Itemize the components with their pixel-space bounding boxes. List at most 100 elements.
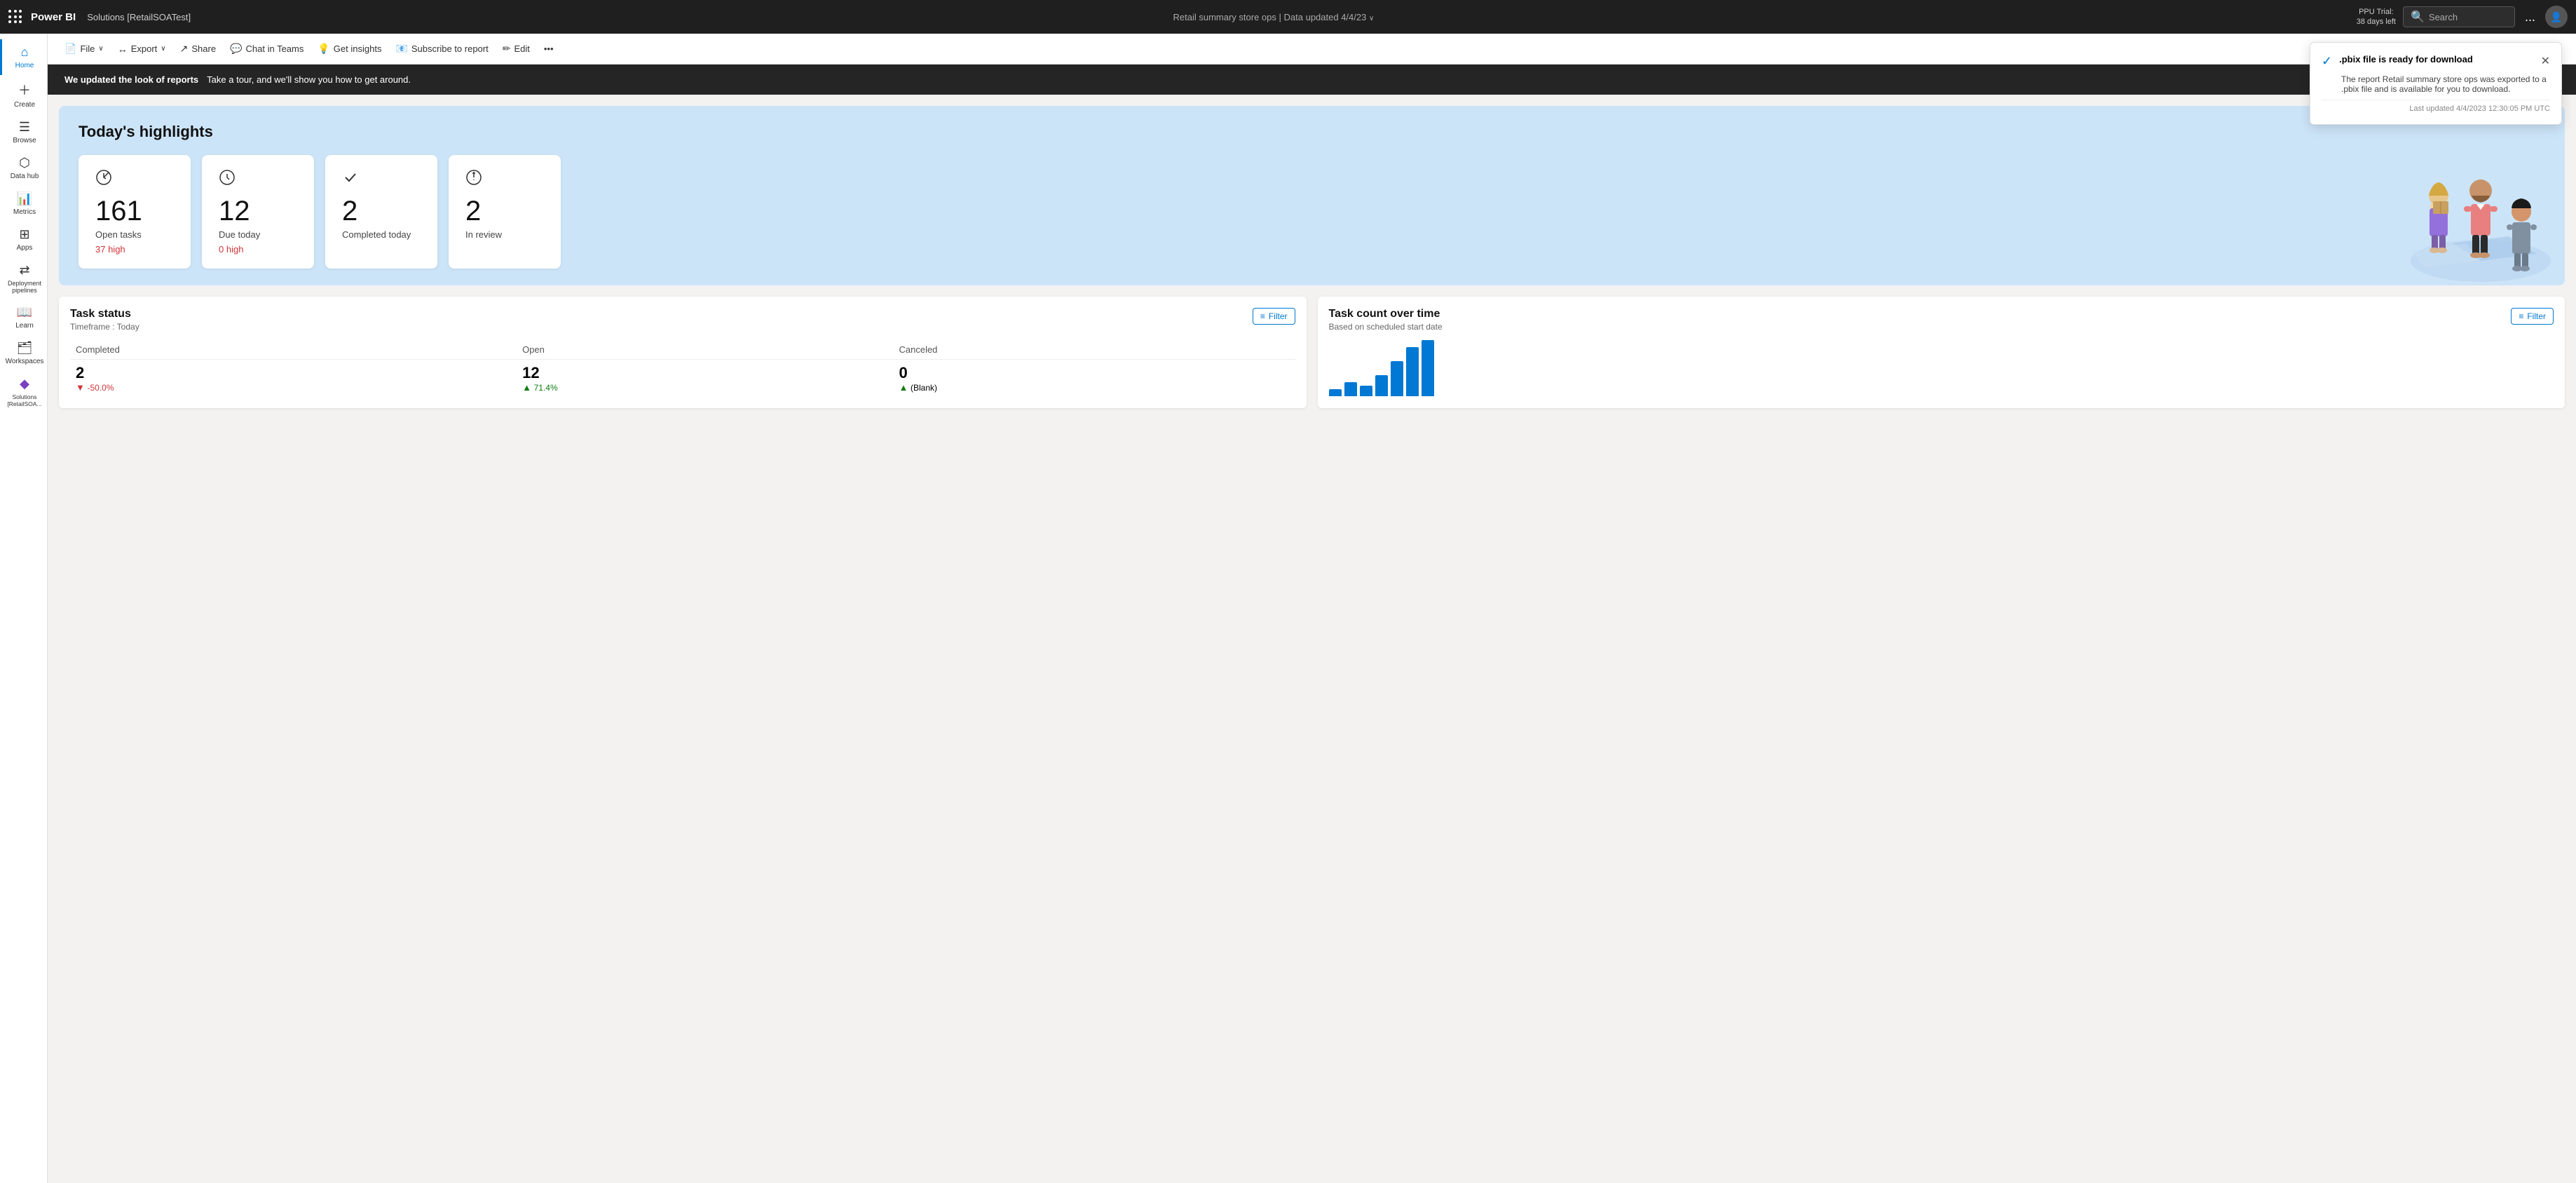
col-open: Open <box>517 340 893 360</box>
completed-arrow: ▼ <box>76 382 85 393</box>
due-today-icon <box>219 169 297 190</box>
due-today-label: Due today <box>219 229 297 240</box>
notif-title: .pbix file is ready for download <box>2339 54 2534 65</box>
main-content: 📄 File ∨ ↔ Export ∨ ↗ Share 💬 Chat in Te… <box>48 34 2576 1183</box>
insights-button[interactable]: 💡 Get insights <box>312 39 387 58</box>
solutions-icon: ◆ <box>20 377 29 391</box>
highlights-card: Today's highlights 161 Open tasks <box>59 106 2565 285</box>
highlights-title: Today's highlights <box>79 123 2545 141</box>
task-status-panel: Task status Timeframe : Today ≡ Filter C… <box>59 297 1307 408</box>
kpi-open-tasks[interactable]: 161 Open tasks 37 high <box>79 155 191 269</box>
avatar[interactable]: 👤 <box>2545 6 2568 28</box>
update-banner: We updated the look of reports Take a to… <box>48 65 2576 95</box>
kpi-completed[interactable]: 2 Completed today <box>325 155 437 269</box>
completed-value: 2 <box>342 197 421 225</box>
share-icon: ↗ <box>180 43 189 55</box>
search-box[interactable]: 🔍 <box>2403 6 2515 27</box>
due-today-value: 12 <box>219 197 297 225</box>
table-row: 2 ▼ -50.0% 12 ▲ 71.4% 0 <box>70 360 1295 398</box>
subscribe-button[interactable]: 📧 Subscribe to report <box>390 39 493 58</box>
chat-button[interactable]: 💬 Chat in Teams <box>224 39 309 58</box>
in-review-value: 2 <box>465 197 544 225</box>
notif-timestamp: Last updated 4/4/2023 12:30:05 PM UTC <box>2322 100 2550 113</box>
browse-icon: ☰ <box>19 120 30 135</box>
due-today-sub: 0 high <box>219 244 297 255</box>
sidebar-item-browse[interactable]: ☰ Browse <box>0 114 47 150</box>
sidebar-item-metrics[interactable]: 📊 Metrics <box>0 186 47 222</box>
more-options-button[interactable]: ... <box>2522 7 2538 27</box>
learn-icon: 📖 <box>17 305 32 320</box>
export-button[interactable]: ↔ Export ∨ <box>112 40 172 58</box>
search-input[interactable] <box>2429 12 2506 22</box>
banner-body: Take a tour, and we'll show you how to g… <box>207 74 411 85</box>
completed-change: -50.0% <box>88 383 114 393</box>
in-review-icon <box>465 169 544 190</box>
task-status-titles: Task status Timeframe : Today <box>70 308 139 332</box>
notification-popup: ✓ .pbix file is ready for download ✕ The… <box>2310 42 2562 125</box>
file-dropdown-icon: ∨ <box>98 45 103 53</box>
insights-icon: 💡 <box>318 43 329 55</box>
grid-icon[interactable] <box>8 10 22 24</box>
sidebar-item-home[interactable]: ⌂ Home <box>0 39 47 75</box>
canceled-stat: 0 <box>899 364 1289 382</box>
edit-icon: ✏ <box>503 43 511 55</box>
sidebar-item-apps[interactable]: ⊞ Apps <box>0 222 47 257</box>
task-count-chart <box>1329 340 2554 396</box>
data-updated-dropdown[interactable]: ∨ <box>1369 15 1374 22</box>
banner-bold: We updated the look of reports <box>64 74 198 85</box>
report-title-center: Retail summary store ops | Data updated … <box>199 12 2348 22</box>
sidebar: ⌂ Home ＋ Create ☰ Browse ⬡ Data hub 📊 Me… <box>0 34 48 1183</box>
brand-name: Power BI <box>31 11 76 23</box>
bar-1 <box>1329 389 1342 396</box>
home-icon: ⌂ <box>21 45 29 60</box>
bar-7 <box>1422 340 1434 396</box>
open-tasks-icon <box>95 169 174 190</box>
sidebar-item-deployment[interactable]: ⇄ Deployment pipelines <box>0 257 47 299</box>
canceled-change: (Blank) <box>911 383 937 393</box>
task-count-titles: Task count over time Based on scheduled … <box>1329 308 1443 332</box>
bar-5 <box>1391 361 1403 396</box>
subscribe-icon: 📧 <box>395 43 407 55</box>
bottom-panels: Task status Timeframe : Today ≡ Filter C… <box>48 297 2576 419</box>
edit-button[interactable]: ✏ Edit <box>497 39 536 58</box>
task-count-header: Task count over time Based on scheduled … <box>1329 308 2554 332</box>
export-dropdown-icon: ∨ <box>161 45 165 53</box>
kpi-due-today[interactable]: 12 Due today 0 high <box>202 155 314 269</box>
sidebar-item-datahub[interactable]: ⬡ Data hub <box>0 150 47 186</box>
task-count-panel: Task count over time Based on scheduled … <box>1318 297 2565 408</box>
notif-close-button[interactable]: ✕ <box>2541 54 2550 68</box>
top-bar: Power BI Solutions [RetailSOATest] Retai… <box>0 0 2576 34</box>
task-count-title: Task count over time <box>1329 308 1443 320</box>
notif-check-icon: ✓ <box>2322 54 2332 69</box>
task-status-filter[interactable]: ≡ Filter <box>1253 308 1295 325</box>
canceled-arrow: ▲ <box>899 382 908 393</box>
open-tasks-value: 161 <box>95 197 174 225</box>
search-icon: 🔍 <box>2411 10 2425 24</box>
more-button[interactable]: ••• <box>538 40 559 58</box>
export-icon: ↔ <box>118 43 128 55</box>
bar-6 <box>1406 347 1419 396</box>
chat-icon: 💬 <box>230 43 242 55</box>
deployment-icon: ⇄ <box>19 263 29 278</box>
sidebar-item-create[interactable]: ＋ Create <box>0 75 47 114</box>
task-status-table: Completed Open Canceled 2 ▼ -50.0% <box>70 340 1295 397</box>
task-count-filter[interactable]: ≡ Filter <box>2511 308 2554 325</box>
report-illustration <box>2298 106 2565 285</box>
notif-body: The report Retail summary store ops was … <box>2322 74 2550 94</box>
in-review-label: In review <box>465 229 544 240</box>
file-button[interactable]: 📄 File ∨ <box>59 39 109 58</box>
workspaces-icon: 🗂 <box>17 341 33 356</box>
toolbar: 📄 File ∨ ↔ Export ∨ ↗ Share 💬 Chat in Te… <box>48 34 2576 65</box>
kpi-in-review[interactable]: 2 In review <box>449 155 561 269</box>
open-change: 71.4% <box>534 383 558 393</box>
notif-header: ✓ .pbix file is ready for download ✕ <box>2322 54 2550 69</box>
main-layout: ⌂ Home ＋ Create ☰ Browse ⬡ Data hub 📊 Me… <box>0 34 2576 1183</box>
open-tasks-label: Open tasks <box>95 229 174 240</box>
share-button[interactable]: ↗ Share <box>175 39 222 58</box>
filter-icon2: ≡ <box>2519 311 2523 321</box>
sidebar-item-workspaces[interactable]: 🗂 Workspaces <box>0 335 47 371</box>
sidebar-item-learn[interactable]: 📖 Learn <box>0 299 47 335</box>
app-grid-button[interactable] <box>8 10 22 24</box>
sidebar-item-solutions[interactable]: ◆ Solutions [RetailSOA... <box>0 371 47 413</box>
top-right-controls: PPU Trial: 38 days left 🔍 ... 👤 <box>2357 6 2568 28</box>
